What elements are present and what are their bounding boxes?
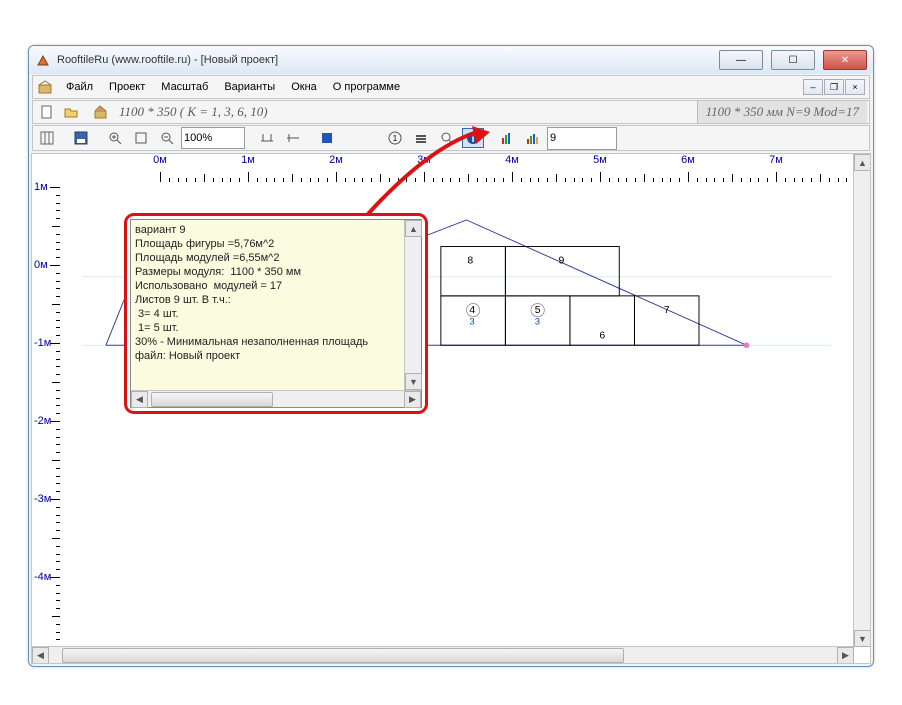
info-scroll-right-button[interactable]: ▶ xyxy=(404,391,421,408)
scrollbar-vertical[interactable]: ▲ ▼ xyxy=(853,154,870,647)
menubar: Файл Проект Масштаб Варианты Окна О прог… xyxy=(32,75,870,99)
zoom-out-button[interactable] xyxy=(156,128,178,148)
scroll-up-button[interactable]: ▲ xyxy=(854,154,871,171)
status-right: 1100 * 350 мм N=9 Mod=17 xyxy=(697,101,867,123)
menu-project[interactable]: Проект xyxy=(102,79,152,95)
menu-about[interactable]: О программе xyxy=(326,79,407,95)
close-button[interactable]: ✕ xyxy=(823,50,867,70)
bar-chart2-button[interactable] xyxy=(522,128,544,148)
menu-windows[interactable]: Окна xyxy=(284,79,324,95)
svg-text:3: 3 xyxy=(469,316,474,327)
new-file-button[interactable] xyxy=(36,102,58,122)
info-scroll-down-button[interactable]: ▼ xyxy=(405,373,422,390)
window-title: RooftileRu (www.rooftile.ru) - [Новый пр… xyxy=(57,54,278,66)
dimension-tool2-button[interactable] xyxy=(282,128,304,148)
svg-text:7: 7 xyxy=(664,305,670,316)
child-minimize-button[interactable]: – xyxy=(803,79,823,95)
menu-file[interactable]: Файл xyxy=(59,79,100,95)
menu-variants[interactable]: Варианты xyxy=(217,79,282,95)
info-text: вариант 9 Площадь фигуры =5,76м^2 Площад… xyxy=(131,220,421,407)
svg-text:9: 9 xyxy=(559,256,565,267)
info-popup-highlight: вариант 9 Площадь фигуры =5,76м^2 Площад… xyxy=(124,213,428,414)
svg-text:6: 6 xyxy=(599,331,605,342)
maximize-button[interactable]: ☐ xyxy=(771,50,815,70)
module-note: 1100 * 350 ( K = 1, 3, 6, 10) xyxy=(119,104,268,120)
modules: 8 9 4 3 5 3 6 7 xyxy=(441,247,699,346)
info-scrollbar-vertical[interactable]: ▲ ▼ xyxy=(404,220,421,390)
ruler-vertical: 1м0м-1м-2м-3м-4м xyxy=(32,182,61,647)
info-scrollbar-horizontal-thumb[interactable] xyxy=(151,392,273,407)
minimize-button[interactable]: — xyxy=(719,50,763,70)
bar-chart-button[interactable] xyxy=(496,128,518,148)
callout-arrow xyxy=(360,126,490,226)
grid-tool-button[interactable] xyxy=(36,128,58,148)
toolbar-primary: 1100 * 350 ( K = 1, 3, 6, 10) 1100 * 350… xyxy=(32,100,870,124)
zoom-select[interactable] xyxy=(181,127,245,149)
scroll-left-button[interactable]: ◀ xyxy=(32,647,49,664)
svg-text:5: 5 xyxy=(535,305,541,316)
menu-scale[interactable]: Масштаб xyxy=(154,79,215,95)
dimension-tool1-button[interactable] xyxy=(256,128,278,148)
titlebar: RooftileRu (www.rooftile.ru) - [Новый пр… xyxy=(29,46,873,74)
scrollbar-horizontal-thumb[interactable] xyxy=(62,648,624,663)
menu-app-icon xyxy=(37,79,53,95)
child-restore-button[interactable]: ❐ xyxy=(824,79,844,95)
color-tool-button[interactable] xyxy=(316,128,338,148)
info-scroll-up-button[interactable]: ▲ xyxy=(405,220,422,237)
app-icon xyxy=(35,52,51,68)
info-scrollbar-horizontal[interactable]: ◀ ▶ xyxy=(131,390,421,407)
info-scroll-left-button[interactable]: ◀ xyxy=(131,391,148,408)
save-button[interactable] xyxy=(70,128,92,148)
info-popup: вариант 9 Площадь фигуры =5,76м^2 Площад… xyxy=(130,219,422,408)
svg-text:4: 4 xyxy=(469,305,475,316)
zoom-in-button[interactable] xyxy=(104,128,126,148)
project-tool-button[interactable] xyxy=(90,102,112,122)
scroll-down-button[interactable]: ▼ xyxy=(854,630,871,647)
scroll-right-button[interactable]: ▶ xyxy=(837,647,854,664)
svg-text:3: 3 xyxy=(535,316,540,327)
scrollbar-horizontal[interactable]: ◀ ▶ xyxy=(32,646,854,663)
zoom-fit-button[interactable] xyxy=(130,128,152,148)
variant-select[interactable] xyxy=(547,127,617,150)
open-file-button[interactable] xyxy=(60,102,82,122)
svg-text:8: 8 xyxy=(467,256,473,267)
child-close-button[interactable]: × xyxy=(845,79,865,95)
